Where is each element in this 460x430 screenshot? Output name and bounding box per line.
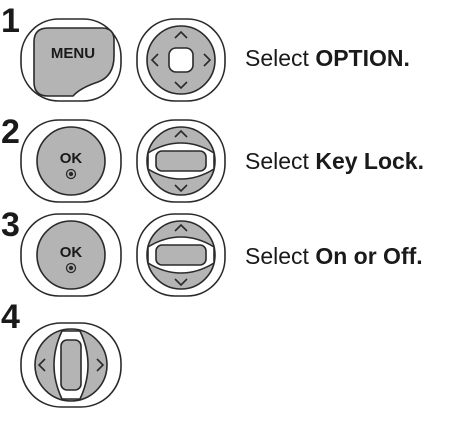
four-way-nav-icon — [136, 18, 226, 102]
navigation-pad-button[interactable] — [134, 16, 228, 104]
ok-key-icon: OK — [20, 119, 122, 203]
left-right-nav-icon — [20, 322, 122, 408]
step-3-instruction: Select On or Off. — [245, 245, 423, 268]
ok-button[interactable]: OK — [18, 117, 126, 205]
step-1-instruction: Select OPTION. — [245, 47, 410, 70]
up-down-navigation-button[interactable] — [134, 117, 228, 205]
menu-button-label: MENU — [51, 45, 95, 62]
up-down-nav-icon — [136, 213, 226, 297]
step-3-instruction-prefix: Select — [245, 243, 316, 269]
menu-key-icon: MENU — [20, 18, 122, 102]
ok-key-icon: OK — [20, 213, 122, 297]
ok-button[interactable]: OK — [18, 211, 126, 299]
step-2-instruction-value: Key Lock. — [315, 148, 424, 174]
step-1-instruction-prefix: Select — [245, 45, 316, 71]
ok-button-label: OK — [60, 244, 83, 261]
up-down-nav-icon — [136, 119, 226, 203]
step-1-instruction-value: OPTION. — [315, 45, 410, 71]
left-right-navigation-button[interactable] — [18, 320, 126, 410]
menu-button[interactable]: MENU — [18, 16, 126, 104]
step-3-instruction-value: On or Off. — [315, 243, 423, 269]
up-down-navigation-button[interactable] — [134, 211, 228, 299]
step-2-instruction-prefix: Select — [245, 148, 316, 174]
ok-button-label: OK — [60, 150, 83, 167]
step-2-instruction: Select Key Lock. — [245, 150, 424, 173]
